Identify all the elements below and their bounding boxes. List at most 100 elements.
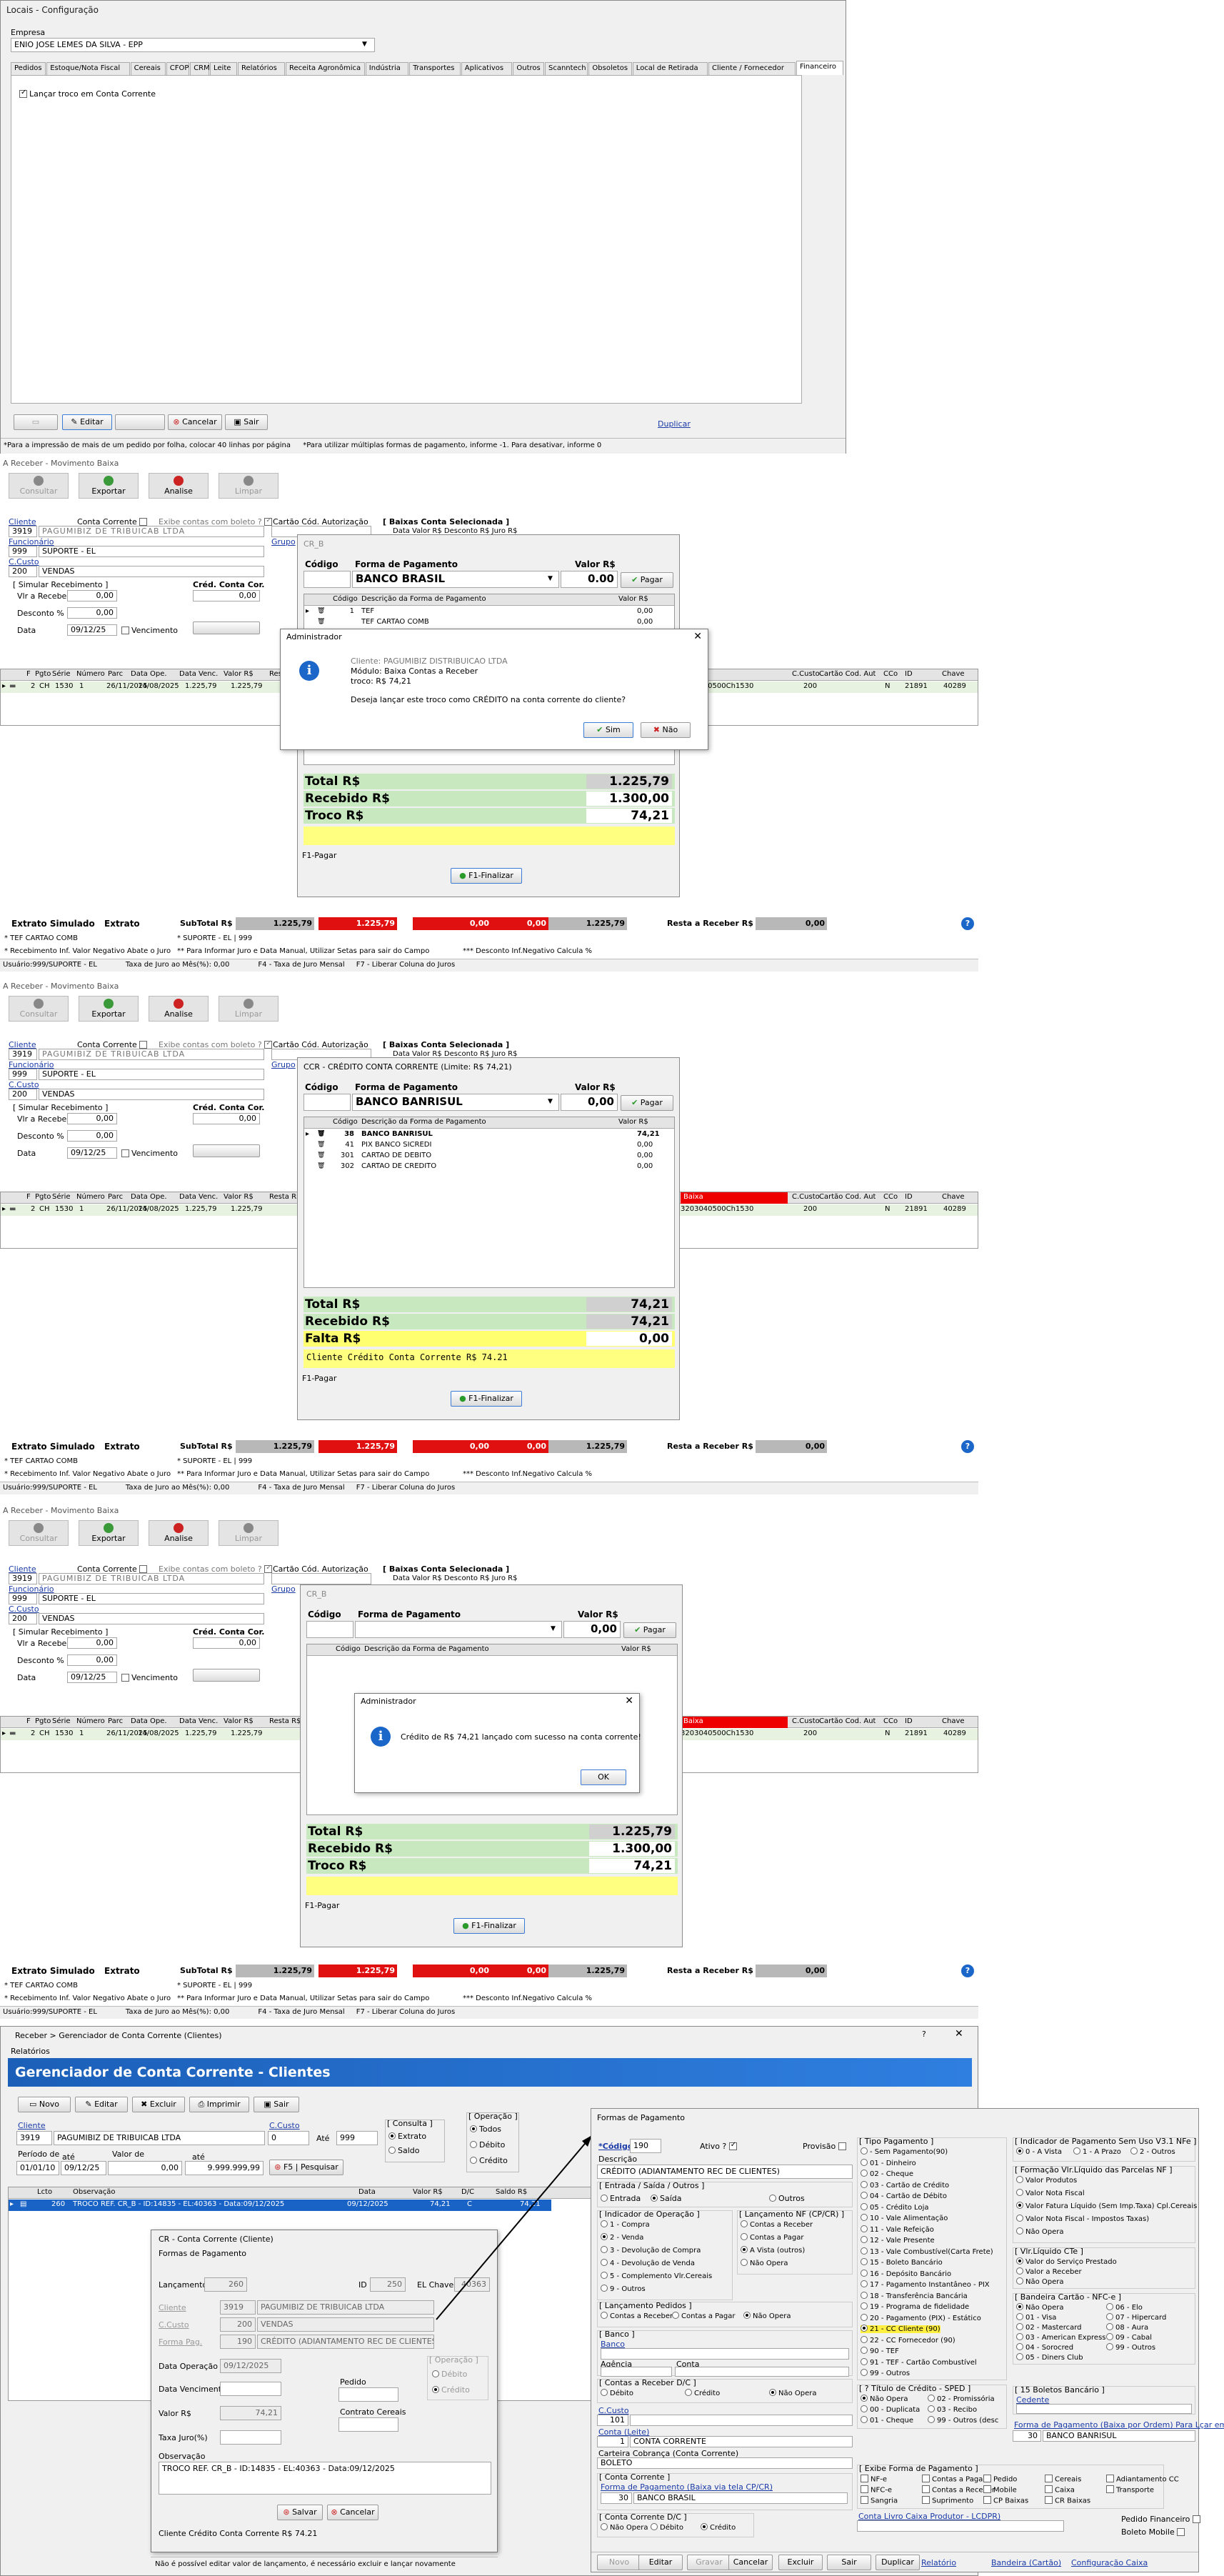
gravar-button[interactable] [115,414,165,430]
vlr-receber-input[interactable]: 0,00 [67,1113,117,1124]
cc-forma-name[interactable]: BANCO BRASIL [633,2492,848,2504]
sim-button[interactable]: ✔ Sim [583,722,633,738]
forma-select[interactable]: BANCO BRASIL [352,571,559,588]
func-code[interactable]: 999 [9,546,37,557]
tab-cliente-fornecedor[interactable]: Cliente / Fornecedor [708,62,796,75]
close-icon[interactable]: ✕ [693,631,702,642]
cliente-code[interactable]: 3919 [16,2131,52,2145]
toolbar-consultar-button[interactable]: Consultar [9,1520,69,1546]
option-radio[interactable]: Valor a Receber [1016,2267,1082,2276]
sair-button[interactable]: ▣ Sair [225,414,268,430]
option-radio[interactable]: 5 - Complemento Vlr.Cereais [601,2272,712,2280]
option-radio[interactable]: Não Opera [741,2259,788,2267]
periodo-ate-input[interactable]: 09/12/25 [61,2161,106,2175]
salvar-button[interactable]: ⊛ Salvar [277,2505,323,2520]
option-radio[interactable]: 00 - Duplicata [861,2405,920,2414]
option-radio[interactable]: Contas a Pagar [672,2312,735,2320]
list-item[interactable]: ▸ 🗑 1 TEF 0,00 [304,606,674,618]
cc-forma-label[interactable]: Forma de Pagamento (Baixa via tela CP/CR… [601,2482,773,2492]
option-radio[interactable]: 99 - Outros (desc [928,2416,998,2425]
vencimento-check[interactable]: Vencimento [121,1673,178,1682]
vencimento-check[interactable]: Vencimento [121,1149,178,1158]
cliente-label[interactable]: Cliente [159,2303,186,2312]
simular-button[interactable] [193,1669,260,1682]
chevron-down-icon[interactable]: ▼ [551,1625,556,1632]
gcc-imprimir-button[interactable]: ⎙ Imprimir [189,2097,249,2112]
valor-ate-input[interactable]: 9.999.999,99 [185,2161,264,2175]
extrato-simulado-label[interactable]: Extrato Simulado [11,1966,95,1976]
conta-corrente-check[interactable]: Conta Corrente [77,1040,149,1049]
exibe-check[interactable]: NF-e [861,2475,887,2484]
tab-transportes[interactable]: Transportes [409,62,461,75]
option-radio[interactable]: - Sem Pagamento(90) [861,2147,948,2156]
close-icon[interactable]: ✕ [955,2028,963,2040]
close-icon[interactable]: ✕ [625,1695,633,1707]
ate-input[interactable]: 999 [336,2131,378,2145]
tab-pedidos[interactable]: Pedidos [11,62,46,75]
toolbar-limpar-button[interactable]: Limpar [219,1520,279,1546]
valor-input[interactable]: 0,00 [561,1094,618,1111]
empresa-select[interactable]: ENIO JOSE LEMES DA SILVA - EPP [11,38,375,52]
option-radio[interactable]: 02 - Promissória [928,2395,995,2403]
help-icon[interactable]: ? [961,1440,974,1453]
list-item[interactable]: 🗑 302 CARTAO DE CREDITO 0,00 [304,1162,674,1173]
extrato-label[interactable]: Extrato [104,919,140,929]
extrato-simulado-label[interactable]: Extrato Simulado [11,1442,95,1452]
option-radio[interactable]: 09 - Cabal [1106,2333,1152,2342]
option-radio[interactable]: Não Opera [1016,2227,1064,2236]
tab-cfop[interactable]: CFOP [166,62,190,75]
ccusto-name[interactable] [630,2415,853,2426]
help-icon[interactable]: ? [922,2030,926,2039]
option-radio[interactable]: 90 - TEF [861,2347,899,2355]
gcc-excluir-button[interactable]: ✖ Excluir [132,2097,185,2112]
exibe-check[interactable]: Caixa [1045,2485,1075,2495]
boleto-mobile-check[interactable]: Boleto Mobile [1121,2527,1187,2537]
cancelar-button[interactable]: ⊗ Cancelar [168,414,222,430]
desconto-input[interactable]: 0,00 [67,1654,117,1666]
observacao-input[interactable]: TROCO REF. CR_B - ID:14835 - EL:40363 - … [159,2462,491,2495]
codigo-input[interactable] [304,1094,351,1111]
option-radio[interactable]: 1 - A Prazo [1073,2147,1121,2156]
option-radio[interactable]: A Vista (outros) [741,2246,805,2255]
simular-button[interactable] [193,1144,260,1157]
func-code[interactable]: 999 [9,1593,37,1604]
contrato-input[interactable] [338,2417,398,2432]
cred-cc-input[interactable]: 0,00 [193,1637,260,1649]
codigo-input[interactable] [304,571,351,588]
option-radio[interactable]: Valor Nota Fiscal [1016,2189,1085,2197]
option-radio[interactable]: 2 - Venda [601,2233,643,2242]
ativo-check[interactable]: Ativo ? [700,2141,739,2151]
option-radio[interactable]: 2 - Outros [1130,2147,1175,2156]
exibe-check[interactable]: Transporte [1106,2485,1154,2495]
func-name[interactable]: SUPORTE - EL [39,1593,264,1604]
grupo-label[interactable]: Grupo [271,537,296,546]
footer-cancelar-button[interactable]: Cancelar [728,2555,773,2570]
func-name[interactable]: SUPORTE - EL [39,546,264,557]
option-radio[interactable]: Valor Produtos [1016,2176,1077,2185]
pagar-button[interactable]: ✔ Pagar [621,1095,673,1111]
option-radio[interactable]: 20 - Pagamento (PIX) - Estático [861,2313,981,2322]
option-radio[interactable]: 17 - Pagamento Instantâneo - PIX [861,2280,990,2289]
cliente-name[interactable]: PAGUMIBIZ DE TRIBUICAB LTDA [39,1573,264,1584]
option-radio[interactable]: Contas a Receber [601,2312,673,2320]
grupo-label[interactable]: Grupo [271,1584,296,1594]
ccusto-name[interactable]: VENDAS [39,566,264,577]
ccusto-code[interactable]: 200 [9,1089,37,1100]
option-radio[interactable]: 01 - Visa [1016,2313,1056,2322]
grupo-label[interactable]: Grupo [271,1060,296,1069]
cred-cc-input[interactable]: 0,00 [193,1113,260,1124]
option-radio[interactable]: 12 - Vale Presente [861,2236,935,2245]
option-radio[interactable]: 18 - Transferência Bancária [861,2291,968,2300]
credito-radio[interactable]: Crédito [432,2385,470,2395]
relatorios-menu[interactable]: Relatórios [11,2047,50,2056]
list-item[interactable]: ▸ 🗑 38 BANCO BANRISUL 74,21 [304,1129,674,1141]
footer-excluir-button[interactable]: Excluir [778,2555,823,2570]
cliente-name[interactable]: PAGUMIBIZ DE TRIBUICAB LTDA [257,2300,434,2315]
extrato-radio[interactable]: Extrato [388,2132,426,2141]
data-input[interactable]: 09/12/25 [67,624,117,636]
cliente-name[interactable]: PAGUMIBIZ DE TRIBUICAB LTDA [54,2131,265,2145]
tab-ind-stria[interactable]: Indústria [365,62,409,75]
func-name[interactable]: SUPORTE - EL [39,1069,264,1080]
cliente-code[interactable]: 3919 [9,1049,37,1060]
saldo-radio[interactable]: Saldo [388,2146,420,2155]
